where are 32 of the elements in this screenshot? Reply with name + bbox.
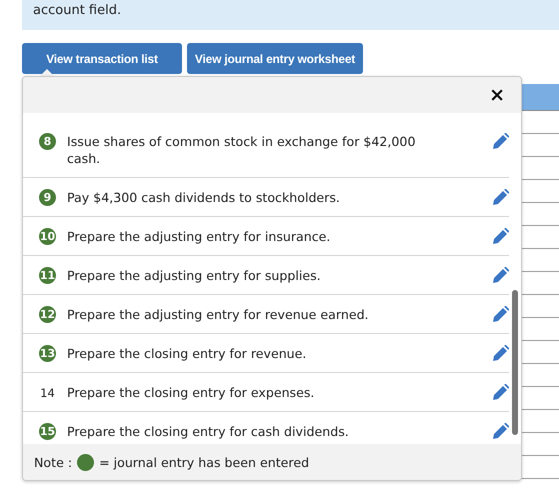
table-header [521,84,559,111]
transaction-text: Issue shares of common stock in exchange for $42,000 cash. [67,133,416,167]
close-button[interactable]: × [489,84,505,106]
note-text: = journal entry has been entered [99,454,310,470]
pencil-icon[interactable] [492,384,509,401]
number-badge: 12 [39,306,56,323]
number-badge: 15 [39,423,56,440]
instructions-text: account field. [22,0,559,30]
number-badge: 11 [39,267,56,284]
pencil-icon[interactable] [492,189,509,206]
view-button[interactable]: View journal entry worksheet [187,43,363,74]
view-button[interactable]: View transaction list [22,43,182,74]
transaction-text: Prepare the closing entry for expenses. [67,384,316,401]
pencil-icon[interactable] [492,228,509,245]
pencil-icon[interactable] [492,133,509,150]
transaction-text: Prepare the adjusting entry for revenue earned. [67,306,370,323]
transaction-text: Prepare the adjusting entry for supplies. [67,267,322,284]
number-label: 14 [39,384,56,401]
transaction-text: Prepare the adjusting entry for insurance. [67,228,332,245]
note-label: Note : [34,454,72,470]
transaction-text: Pay $4,300 cash dividends to stockholders. [67,189,341,206]
transaction-text: Prepare the closing entry for revenue. [67,345,308,362]
transaction-text: Prepare the closing entry for cash dividends. [67,423,350,440]
number-badge: 10 [39,228,56,245]
scrollbar[interactable] [512,290,518,435]
number-badge: 13 [39,345,56,362]
pencil-icon[interactable] [492,306,509,323]
number-badge: 9 [39,189,56,206]
number-badge: 8 [39,133,56,150]
pencil-icon[interactable] [492,345,509,362]
pencil-icon[interactable] [492,267,509,284]
pencil-icon[interactable] [492,423,509,440]
